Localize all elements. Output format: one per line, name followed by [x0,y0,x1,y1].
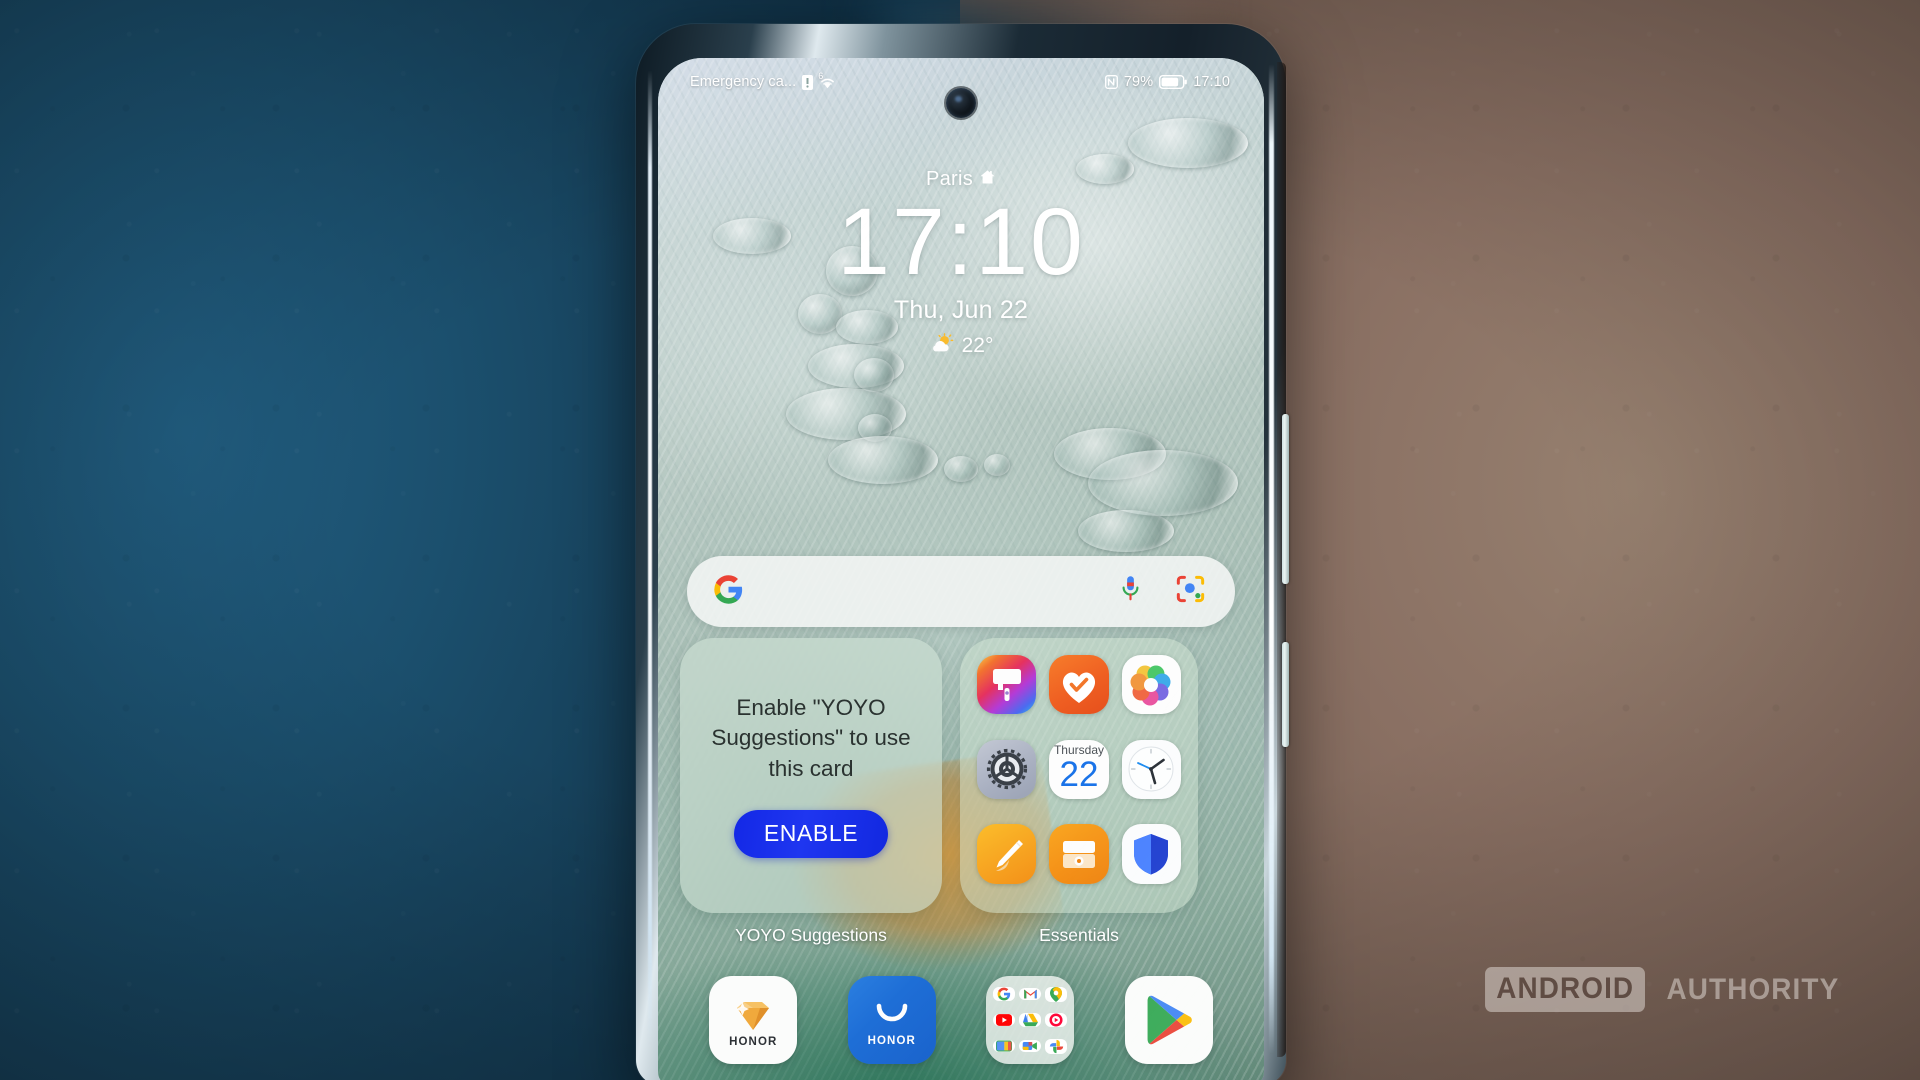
water-bubble [1128,118,1248,168]
power-button[interactable] [1282,642,1289,747]
lockscreen-clock-widget[interactable]: Paris 17:10 Thu, Jun 22 22° [658,168,1264,359]
microphone-icon[interactable] [1119,575,1142,608]
android-authority-watermark: ANDROID AUTHORITY [1479,967,1846,1012]
youtube-music-app-icon[interactable] [1045,1013,1068,1027]
drive-app-icon[interactable] [1019,1013,1042,1027]
volume-rocker[interactable] [1282,414,1289,584]
google-g-icon [713,574,744,610]
enable-button[interactable]: ENABLE [733,809,889,858]
clock-app-icon[interactable] [1121,739,1181,799]
partly-cloudy-icon [929,333,955,359]
settings-app-icon[interactable] [977,739,1037,799]
water-bubble [944,456,978,482]
honor-smartphone: Emergency ca... 6 79% 17:10 Paris 17:10 … [636,24,1289,1080]
home-icon [979,168,996,191]
water-bubble [1078,510,1174,552]
water-bubble [984,454,1010,476]
maps-app-icon[interactable] [1045,986,1068,1002]
honor-club-label: HONOR [729,1035,778,1048]
google-lens-icon[interactable] [1176,575,1205,608]
honor-club-app-icon[interactable]: HONOR [709,976,798,1064]
nfc-icon [1104,75,1118,89]
clock-time: 17:10 [837,189,1085,295]
gallery-app-icon[interactable] [1121,655,1181,715]
google-search-bar[interactable] [687,556,1235,627]
yoyo-card-message: Enable "YOYO Suggestions" to use this ca… [711,695,911,781]
home-screen-content: Enable "YOYO Suggestions" to use this ca… [658,638,1264,1064]
themes-app-icon[interactable] [977,655,1037,715]
dock-item-play-store[interactable] [1121,976,1217,1064]
calendar-app-icon[interactable]: Thursday 22 [1049,739,1109,799]
essentials-folder-label: Essentials [1039,925,1119,945]
city-row: Paris [926,168,996,191]
gmail-app-icon[interactable] [1019,988,1042,1000]
phone-screen: Emergency ca... 6 79% 17:10 Paris 17:10 … [658,58,1264,1080]
google-folder-icon[interactable] [986,976,1075,1064]
yoyo-suggestions-widget: Enable "YOYO Suggestions" to use this ca… [680,638,942,946]
optimizer-app-icon[interactable] [1121,824,1181,884]
meet-app-icon[interactable] [1019,1040,1042,1052]
dock-item-honor-club[interactable]: HONOR [705,976,801,1064]
yoyo-suggestions-card[interactable]: Enable "YOYO Suggestions" to use this ca… [680,638,942,913]
watermark-android-word: ANDROID [1485,967,1646,1012]
photos-app-icon[interactable] [1045,1038,1068,1054]
youtube-app-icon[interactable] [993,1014,1016,1026]
honor-store-app-icon[interactable]: HONOR [847,976,936,1064]
battery-percent-label: 79% [1123,74,1154,90]
water-bubble [1088,450,1238,516]
clock-date: Thu, Jun 22 [893,296,1029,324]
calendar-day: 22 [1059,755,1099,795]
widget-row: Enable "YOYO Suggestions" to use this ca… [658,638,1264,946]
water-bubble [828,436,938,484]
watermark-authority-word: AUTHORITY [1666,972,1840,1006]
yoyo-widget-label: YOYO Suggestions [735,925,887,945]
city-label: Paris [925,168,974,190]
files-app-icon[interactable] [1049,824,1109,884]
carrier-label: Emergency ca... [690,74,797,90]
google-tv-app-icon[interactable] [993,1040,1016,1052]
phone-left-edge-highlight [648,70,652,1046]
status-bar-clock: 17:10 [1193,74,1230,90]
essentials-folder-wrapper: Thursday 22 Essentials [960,638,1198,946]
notepad-app-icon[interactable] [977,824,1037,884]
dock-item-honor-store[interactable]: HONOR [844,976,940,1064]
google-search-app-icon[interactable] [993,987,1016,1001]
dock-item-google-folder[interactable] [982,976,1078,1064]
weather-row[interactable]: 22° [929,333,994,359]
play-store-app-icon[interactable] [1124,976,1213,1064]
water-bubble [854,358,894,392]
battery-icon [1159,75,1188,89]
honor-store-label: HONOR [867,1035,916,1047]
essentials-folder[interactable]: Thursday 22 [960,638,1198,913]
front-camera-punch-hole [946,88,976,118]
wifi-icon: 6 [818,71,836,89]
health-app-icon[interactable] [1049,655,1109,715]
temperature-label: 22° [961,334,994,357]
app-dock: HONOR HONOR [658,976,1264,1064]
sim-alert-icon [802,74,814,90]
phone-right-edge-highlight [1269,64,1274,1054]
